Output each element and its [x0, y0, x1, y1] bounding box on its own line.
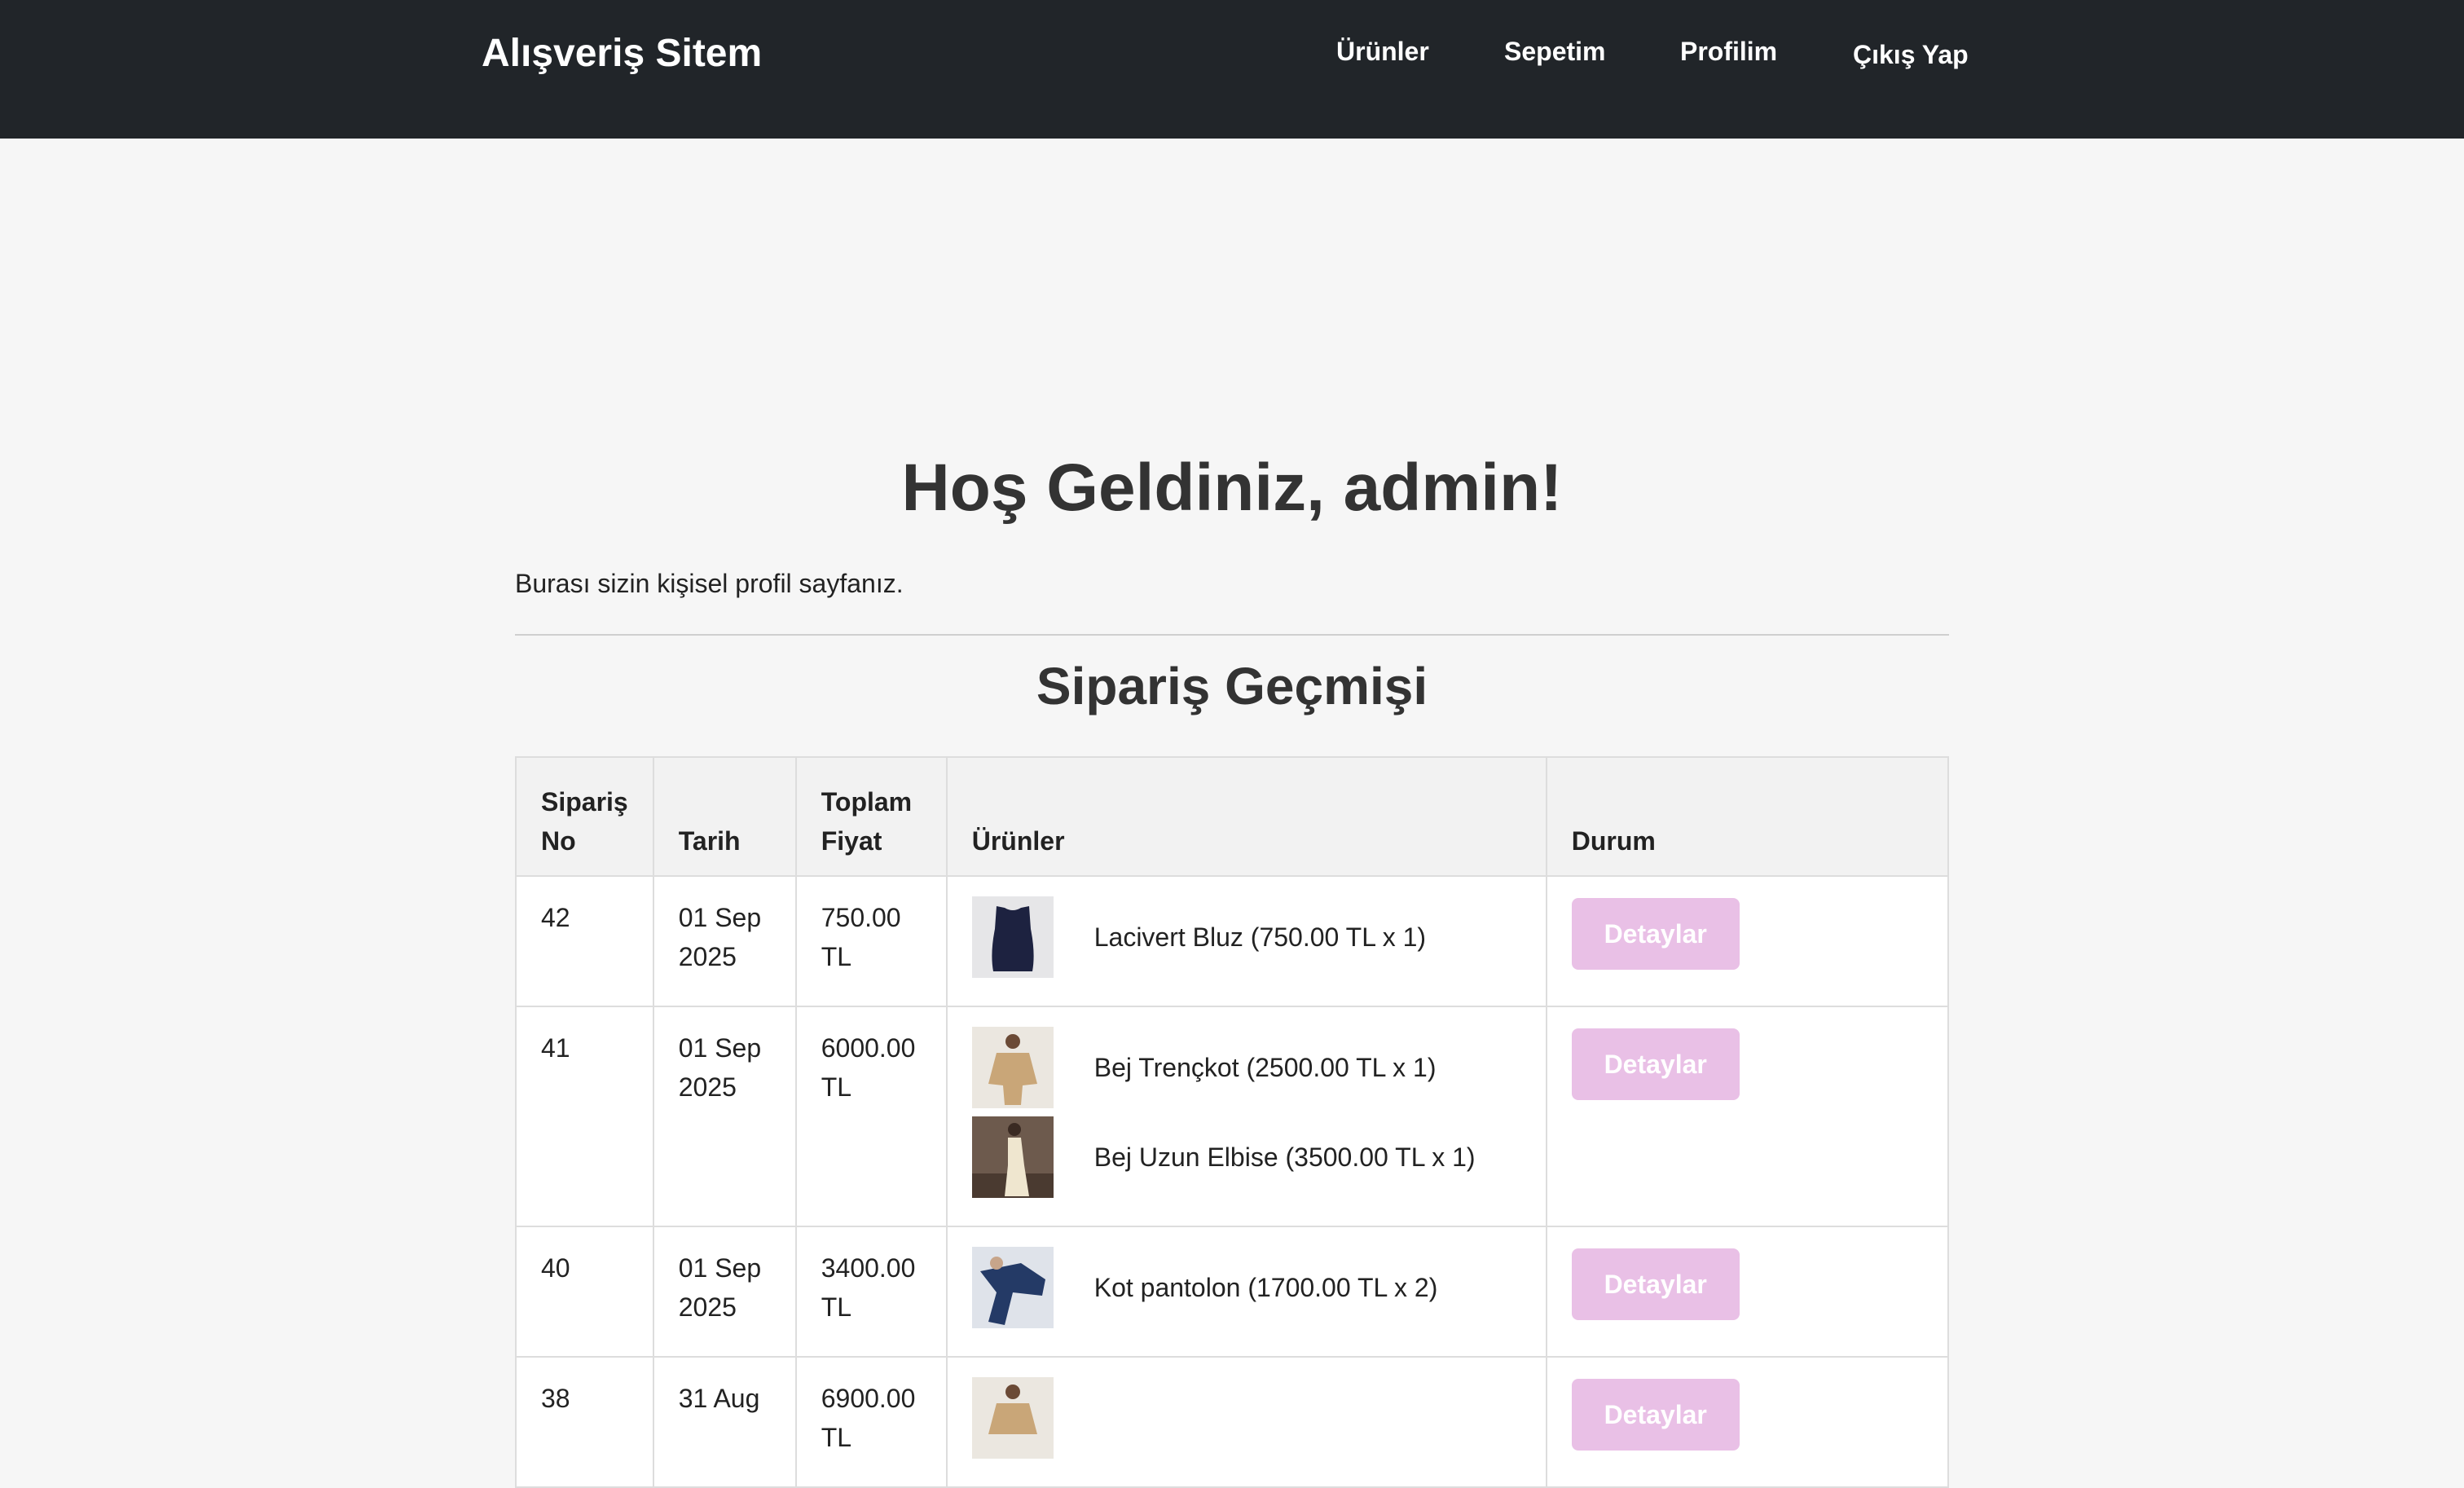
product-name: Kot pantolon (1700.00 TL x 2)	[1093, 1273, 1438, 1302]
nav-link-profile[interactable]: Profilim	[1680, 33, 1777, 70]
header-order-no: Sipariş No	[515, 756, 654, 877]
beige-trench-coat-thumbnail	[971, 1027, 1054, 1108]
jeans-thumbnail	[971, 1247, 1054, 1328]
order-total: 3400.00 TL	[794, 1226, 948, 1358]
order-history-table: Sipariş No Tarih Toplam Fiyat Ürünler Du…	[515, 756, 1950, 1488]
order-total: 750.00 TL	[794, 875, 948, 1007]
details-button[interactable]: Detaylar	[1571, 898, 1740, 970]
product-thumbnail	[971, 1377, 1054, 1459]
order-date: 01 Sep 2025	[652, 875, 797, 1007]
details-button[interactable]: Detaylar	[1571, 1379, 1740, 1451]
navy-blouse-thumbnail	[971, 896, 1054, 978]
product-name: Bej Uzun Elbise (3500.00 TL x 1)	[1093, 1142, 1476, 1172]
order-products	[945, 1356, 1547, 1488]
product-name: Bej Trençkot (2500.00 TL x 1)	[1093, 1053, 1437, 1082]
order-total: 6000.00 TL	[794, 1006, 948, 1227]
header-date: Tarih	[652, 756, 797, 877]
order-date: 01 Sep 2025	[652, 1006, 797, 1227]
order-products: Lacivert Bluz (750.00 TL x 1)	[945, 875, 1547, 1007]
product-item: Lacivert Bluz (750.00 TL x 1)	[971, 896, 1521, 978]
product-item: Bej Uzun Elbise (3500.00 TL x 1)	[971, 1116, 1521, 1198]
nav-link-products[interactable]: Ürünler	[1336, 33, 1429, 70]
site-brand[interactable]: Alışveriş Sitem	[482, 29, 762, 78]
header-status: Durum	[1545, 756, 1950, 877]
table-header-row: Sipariş No Tarih Toplam Fiyat Ürünler Du…	[515, 756, 1950, 877]
details-button[interactable]: Detaylar	[1571, 1028, 1740, 1100]
order-status: Detaylar	[1545, 875, 1950, 1007]
welcome-heading: Hoş Geldiniz, admin!	[901, 451, 1563, 525]
product-item: Kot pantolon (1700.00 TL x 2)	[971, 1247, 1521, 1328]
nav-link-cart[interactable]: Sepetim	[1504, 33, 1605, 70]
order-number: 38	[515, 1356, 654, 1488]
header-total-price: Toplam Fiyat	[794, 756, 948, 877]
order-number: 41	[515, 1006, 654, 1227]
order-total: 6900.00 TL	[794, 1356, 948, 1488]
section-divider	[515, 634, 1949, 636]
table-row: 38 31 Aug 6900.00 TL Detaylar	[515, 1356, 1950, 1488]
order-products: Bej Trençkot (2500.00 TL x 1) Bej Uzun E…	[945, 1006, 1547, 1227]
order-history-title: Sipariş Geçmişi	[1036, 657, 1428, 715]
product-name: Lacivert Bluz (750.00 TL x 1)	[1093, 922, 1427, 952]
product-item: Bej Trençkot (2500.00 TL x 1)	[971, 1027, 1521, 1108]
order-date: 01 Sep 2025	[652, 1226, 797, 1358]
order-date: 31 Aug	[652, 1356, 797, 1488]
order-status: Detaylar	[1545, 1006, 1950, 1227]
order-number: 40	[515, 1226, 654, 1358]
header-products: Ürünler	[945, 756, 1547, 877]
table-row: 41 01 Sep 2025 6000.00 TL Bej Trençkot (…	[515, 1006, 1950, 1227]
table-row: 42 01 Sep 2025 750.00 TL Lacivert Bluz (…	[515, 875, 1950, 1007]
nav-link-logout[interactable]: Çıkış Yap	[1853, 36, 1969, 73]
profile-intro-text: Burası sizin kişisel profil sayfanız.	[515, 569, 904, 598]
beige-long-dress-thumbnail	[971, 1116, 1054, 1198]
product-item	[971, 1377, 1521, 1459]
order-number: 42	[515, 875, 654, 1007]
table-row: 40 01 Sep 2025 3400.00 TL Kot pantolon (…	[515, 1226, 1950, 1358]
top-navbar: Alışveriş Sitem Ürünler Sepetim Profilim…	[0, 0, 2464, 139]
details-button[interactable]: Detaylar	[1571, 1248, 1740, 1320]
order-status: Detaylar	[1545, 1226, 1950, 1358]
order-products: Kot pantolon (1700.00 TL x 2)	[945, 1226, 1547, 1358]
order-status: Detaylar	[1545, 1356, 1950, 1488]
